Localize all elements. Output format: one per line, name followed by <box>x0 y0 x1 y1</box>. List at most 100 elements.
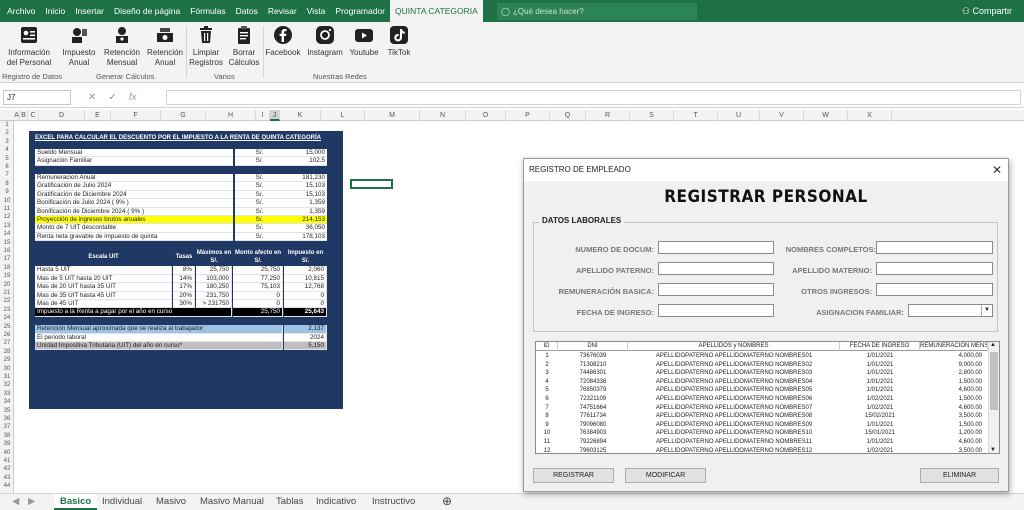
limpiar-registros-button[interactable]: Limpiar Registros <box>188 24 224 67</box>
row-header[interactable]: 18 <box>0 264 14 272</box>
listbox-row[interactable]: 7 74751664 APELLIDOPATERNO APELLIDOMATERNO… <box>536 404 988 413</box>
borrar-calculos-button[interactable]: Borrar Cálculos <box>227 24 261 67</box>
row-header[interactable]: 31 <box>0 373 14 381</box>
listbox-row[interactable]: 8 77611734 APELLIDOPATERNO APELLIDOMATERNO… <box>536 412 988 421</box>
next-sheet-icon[interactable]: ▶ <box>22 494 41 510</box>
row-header[interactable]: 29 <box>0 356 14 364</box>
column-header-f[interactable]: F <box>111 110 161 121</box>
row-header[interactable]: 26 <box>0 331 14 339</box>
row-header[interactable]: 34 <box>0 398 14 406</box>
tab-inicio[interactable]: Inicio <box>40 0 70 22</box>
selected-cell[interactable] <box>350 179 393 189</box>
impuesto-anual-button[interactable]: Impuesto Anual <box>60 24 98 67</box>
row-header[interactable]: 22 <box>0 297 14 305</box>
column-header-v[interactable]: V <box>760 110 804 121</box>
column-header-l[interactable]: L <box>321 110 365 121</box>
name-box[interactable]: J7 <box>3 90 71 105</box>
listbox-row[interactable]: 1 73676039 APELLIDOPATERNO APELLIDOMATERNO… <box>536 352 988 361</box>
tab-programador[interactable]: Programador <box>330 0 390 22</box>
row-header[interactable]: 9 <box>0 188 14 196</box>
apellido-paterno-input[interactable] <box>658 262 774 275</box>
row-header[interactable]: 19 <box>0 272 14 280</box>
column-header-j[interactable]: J <box>270 110 280 121</box>
column-header-w[interactable]: W <box>804 110 848 121</box>
tiktok-button[interactable]: TikTok <box>384 24 414 58</box>
column-header-r[interactable]: R <box>586 110 630 121</box>
row-header[interactable]: 44 <box>0 482 14 490</box>
row-header[interactable]: 8 <box>0 180 14 188</box>
sheet-tab-indicativo[interactable]: Indicativo <box>310 494 362 510</box>
listbox-row[interactable]: 12 79603125 APELLIDOPATERNO APELLIDOMATERN… <box>536 447 988 453</box>
sheet-tab-instructivo[interactable]: Instructivo <box>366 494 421 510</box>
row-header[interactable]: 17 <box>0 255 14 263</box>
scroll-up-icon[interactable]: ▲ <box>990 342 996 348</box>
retencion-mensual-button[interactable]: Retención Mensual <box>101 24 143 67</box>
listbox-row[interactable]: 3 74486301 APELLIDOPATERNO APELLIDOMATERNO… <box>536 369 988 378</box>
row-header[interactable]: 21 <box>0 289 14 297</box>
column-header-x[interactable]: X <box>848 110 892 121</box>
column-header-p[interactable]: P <box>506 110 550 121</box>
sheet-tab-masivo-manual[interactable]: Masivo Manual <box>194 494 270 510</box>
column-header-n[interactable]: N <box>420 110 466 121</box>
row-header[interactable]: 30 <box>0 365 14 373</box>
column-header-h[interactable]: H <box>206 110 256 121</box>
row-header[interactable]: 11 <box>0 205 14 213</box>
tab-vista[interactable]: Vista <box>302 0 331 22</box>
column-header-d[interactable]: D <box>39 110 85 121</box>
sheet-tab-basico[interactable]: Basico <box>54 494 98 510</box>
column-header-e[interactable]: E <box>85 110 111 121</box>
numero-docum-input[interactable] <box>658 241 774 254</box>
row-header[interactable]: 1 <box>0 121 14 129</box>
row-header[interactable]: 4 <box>0 146 14 154</box>
scroll-down-icon[interactable]: ▼ <box>990 447 996 453</box>
row-header[interactable]: 12 <box>0 213 14 221</box>
add-sheet-icon[interactable]: ⊕ <box>436 494 458 510</box>
tab-revisar[interactable]: Revisar <box>263 0 302 22</box>
row-header[interactable]: 36 <box>0 415 14 423</box>
row-header[interactable]: 27 <box>0 339 14 347</box>
row-header[interactable]: 7 <box>0 171 14 179</box>
row-header[interactable]: 20 <box>0 281 14 289</box>
column-header-u[interactable]: U <box>718 110 760 121</box>
row-header[interactable]: 24 <box>0 314 14 322</box>
row-header[interactable]: 13 <box>0 222 14 230</box>
column-header-s[interactable]: S <box>630 110 674 121</box>
column-header-g[interactable]: G <box>161 110 206 121</box>
row-header[interactable]: 35 <box>0 407 14 415</box>
tell-me-search[interactable]: ◯ ¿Qué desea hacer? <box>497 3 697 20</box>
row-header[interactable]: 41 <box>0 457 14 465</box>
row-header[interactable]: 39 <box>0 440 14 448</box>
close-icon[interactable]: ✕ <box>992 159 1002 181</box>
formula-input[interactable] <box>166 90 1021 105</box>
registrar-button[interactable]: REGISTRAR <box>533 468 614 483</box>
row-header[interactable]: 16 <box>0 247 14 255</box>
column-header-c[interactable]: C <box>28 110 39 121</box>
column-header-o[interactable]: O <box>466 110 506 121</box>
sheet-tab-tablas[interactable]: Tablas <box>270 494 309 510</box>
column-header-t[interactable]: T <box>674 110 718 121</box>
column-header-q[interactable]: Q <box>550 110 586 121</box>
row-header[interactable]: 5 <box>0 155 14 163</box>
facebook-button[interactable]: Facebook <box>265 24 301 58</box>
column-header-b[interactable]: B <box>20 110 28 121</box>
row-header[interactable]: 25 <box>0 323 14 331</box>
employee-listbox[interactable]: ID DNI APELLIDOS y NOMBRES FECHA DE INGRESO… <box>535 341 1000 454</box>
row-header[interactable]: 10 <box>0 197 14 205</box>
nombres-input[interactable] <box>876 241 993 254</box>
tab-quinta-categoria[interactable]: QUINTA CATEGORIA <box>390 0 483 22</box>
fx-icon[interactable]: fx <box>129 90 137 105</box>
listbox-row[interactable]: 4 72084336 APELLIDOPATERNO APELLIDOMATERNO… <box>536 378 988 387</box>
column-header-i[interactable]: I <box>256 110 270 121</box>
fecha-ingreso-input[interactable] <box>658 304 774 317</box>
row-header[interactable]: 42 <box>0 465 14 473</box>
remuneracion-input[interactable] <box>658 283 774 296</box>
row-header[interactable]: 28 <box>0 348 14 356</box>
share-button[interactable]: ⚇ Compartir <box>962 0 1012 22</box>
sheet-tab-masivo[interactable]: Masivo <box>150 494 192 510</box>
listbox-row[interactable]: 2 71308210 APELLIDOPATERNO APELLIDOMATERNO… <box>536 361 988 370</box>
asignacion-select[interactable]: ▼ <box>908 304 993 317</box>
otros-ingresos-input[interactable] <box>876 283 993 296</box>
youtube-button[interactable]: Youtube <box>347 24 381 58</box>
retencion-anual-button[interactable]: Retención Anual <box>144 24 186 67</box>
row-header[interactable]: 40 <box>0 449 14 457</box>
